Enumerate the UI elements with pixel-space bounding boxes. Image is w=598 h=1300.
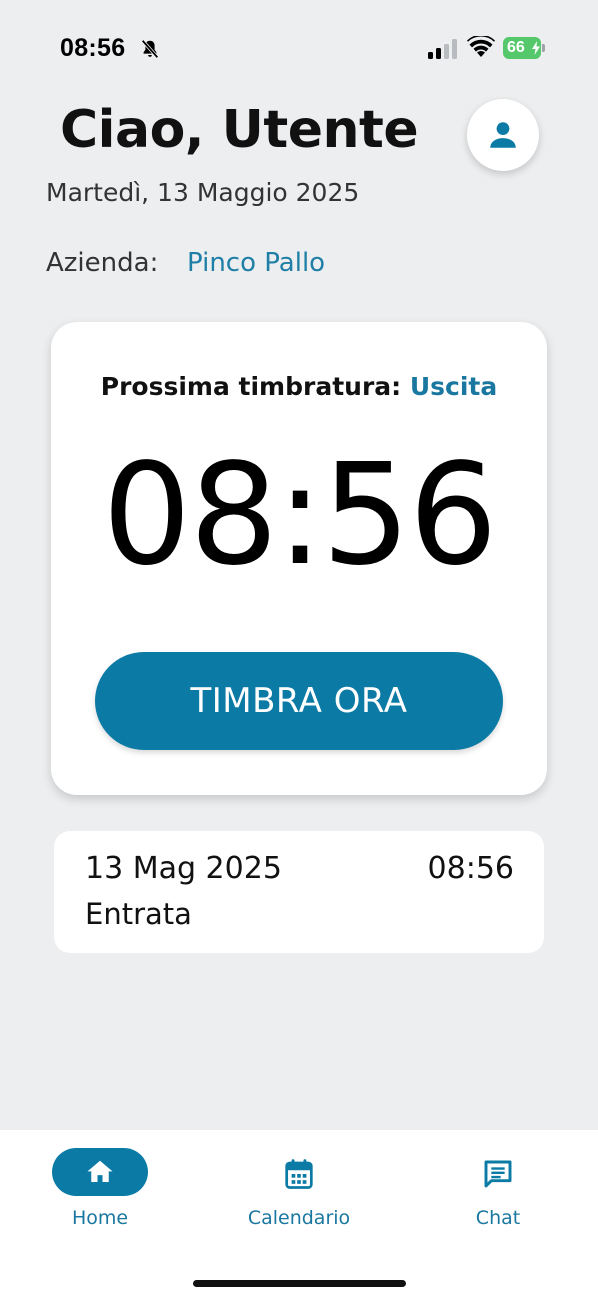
nav-item-chat[interactable]: Chat xyxy=(408,1148,588,1238)
nav-item-calendar[interactable]: Calendario xyxy=(209,1148,389,1238)
record-date: 13 Mag 2025 xyxy=(85,851,282,886)
list-item[interactable]: 13 Mag 2025 08:56 Entrata xyxy=(54,831,544,953)
nav-label-home: Home xyxy=(71,1207,129,1229)
bell-muted-icon xyxy=(141,39,159,59)
nav-label-calendar: Calendario xyxy=(247,1207,351,1229)
record-time: 08:56 xyxy=(427,851,514,886)
bottom-navigation: Home Calendario Chat xyxy=(0,1130,598,1300)
chat-icon-wrap xyxy=(480,1156,516,1192)
status-bar: 08:56 66 xyxy=(0,0,598,96)
company-row: Azienda: Pinco Pallo xyxy=(46,248,325,278)
stamp-card: Prossima timbratura: Uscita 08:56 TIMBRA… xyxy=(51,322,547,795)
company-name: Pinco Pallo xyxy=(187,248,326,278)
current-time-display: 08:56 xyxy=(102,434,497,597)
stamp-now-button[interactable]: TIMBRA ORA xyxy=(95,652,503,750)
calendar-icon-wrap xyxy=(281,1156,317,1192)
profile-button[interactable] xyxy=(467,99,539,171)
app-screen: 08:56 66 Ciao, Utente Martedì, 13 Maggio… xyxy=(0,0,598,1300)
nav-item-home[interactable]: Home xyxy=(10,1148,190,1238)
user-icon xyxy=(490,122,516,148)
cellular-signal-icon xyxy=(428,39,457,59)
home-icon xyxy=(87,1160,113,1182)
next-stamp-label: Prossima timbratura: Uscita xyxy=(51,372,547,401)
chat-icon xyxy=(484,1160,512,1188)
battery-cap xyxy=(542,44,545,52)
greeting-title: Ciao, Utente xyxy=(60,100,419,160)
current-date: Martedì, 13 Maggio 2025 xyxy=(46,178,360,207)
charging-bolt-icon xyxy=(532,41,540,55)
status-time: 08:56 xyxy=(60,34,126,62)
next-stamp-type: Uscita xyxy=(409,372,498,401)
nav-active-indicator xyxy=(52,1148,148,1196)
home-indicator[interactable] xyxy=(193,1280,406,1287)
wifi-icon xyxy=(467,36,495,57)
company-label: Azienda: xyxy=(46,248,159,278)
battery-indicator: 66 xyxy=(503,37,545,59)
next-stamp-caption: Prossima timbratura: xyxy=(100,372,402,401)
calendar-icon xyxy=(285,1159,313,1189)
record-type: Entrata xyxy=(85,897,192,931)
nav-label-chat: Chat xyxy=(475,1207,521,1229)
